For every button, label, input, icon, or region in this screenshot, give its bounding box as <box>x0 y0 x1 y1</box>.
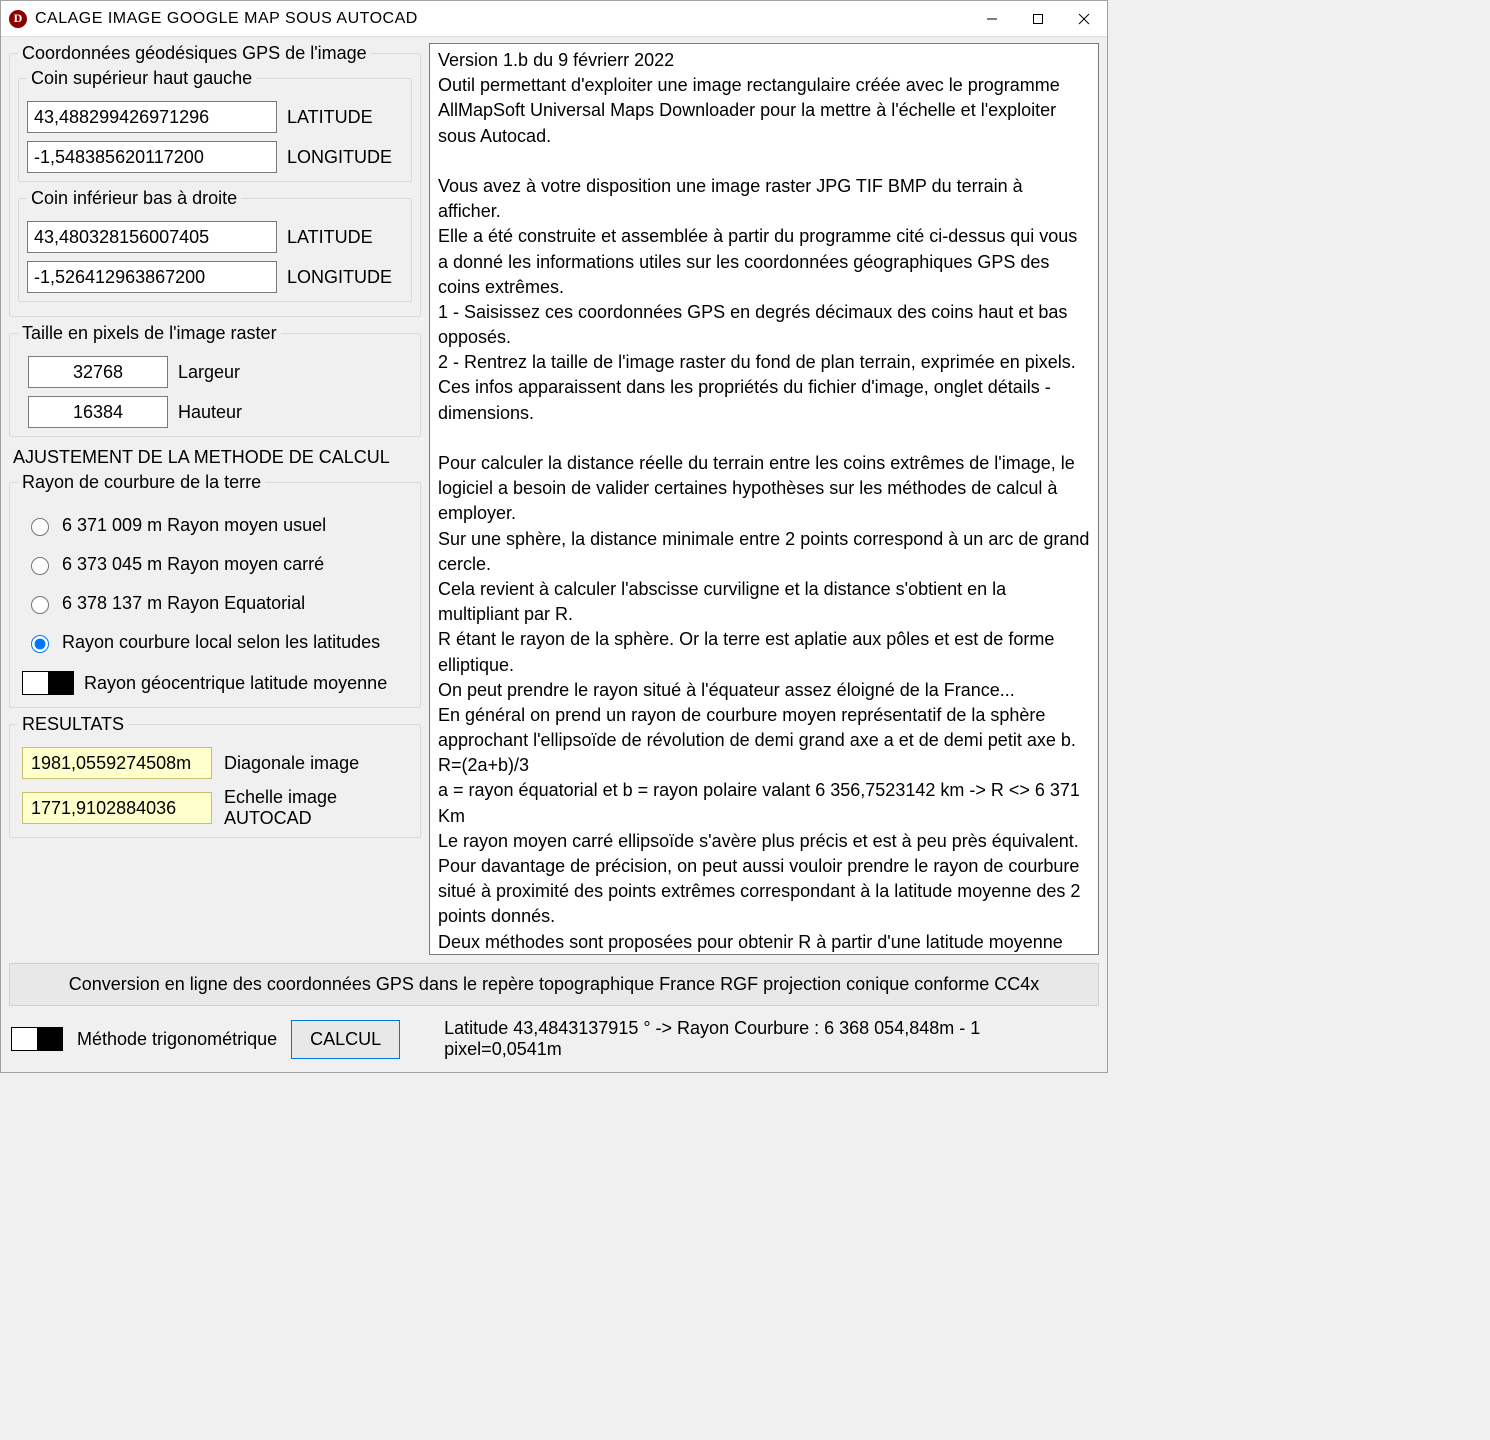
radio-label-0: 6 371 009 m Rayon moyen usuel <box>62 515 326 536</box>
scale-value: 1771,9102884036 <box>22 792 212 824</box>
maximize-button[interactable] <box>1015 1 1061 37</box>
diagonal-value: 1981,0559274508m <box>22 747 212 779</box>
gps-group-title: Coordonnées géodésiques GPS de l'image <box>18 43 371 64</box>
latitude-label: LATITUDE <box>287 107 373 128</box>
radio-local-curvature-input[interactable] <box>31 635 49 653</box>
titlebar: D CALAGE IMAGE GOOGLE MAP SOUS AUTOCAD <box>1 1 1107 37</box>
method-toggle-label: Méthode trigonométrique <box>77 1029 277 1050</box>
bottom-right-corner-group: Coin inférieur bas à droite LATITUDE LON… <box>18 188 412 302</box>
bottom-right-legend: Coin inférieur bas à droite <box>27 188 241 209</box>
conversion-button[interactable]: Conversion en ligne des coordonnées GPS … <box>9 963 1099 1006</box>
close-button[interactable] <box>1061 1 1107 37</box>
width-input[interactable] <box>28 356 168 388</box>
width-label: Largeur <box>178 362 240 383</box>
radius-legend: Rayon de courbure de la terre <box>18 472 265 493</box>
radio-local-curvature[interactable]: Rayon courbure local selon les latitudes <box>26 632 412 653</box>
radio-label-2: 6 378 137 m Rayon Equatorial <box>62 593 305 614</box>
geocentric-toggle-label: Rayon géocentrique latitude moyenne <box>84 673 387 694</box>
close-icon <box>1078 13 1090 25</box>
diagonal-label: Diagonale image <box>224 753 359 774</box>
tl-latitude-input[interactable] <box>27 101 277 133</box>
longitude-label-2: LONGITUDE <box>287 267 392 288</box>
height-input[interactable] <box>28 396 168 428</box>
gps-group: Coordonnées géodésiques GPS de l'image C… <box>9 43 421 317</box>
calcul-button[interactable]: CALCUL <box>291 1020 400 1059</box>
pixel-size-group: Taille en pixels de l'image raster Large… <box>9 323 421 437</box>
top-left-corner-group: Coin supérieur haut gauche LATITUDE LONG… <box>18 68 412 182</box>
app-icon: D <box>9 10 27 28</box>
adjust-title: AJUSTEMENT DE LA METHODE DE CALCUL <box>13 447 421 468</box>
left-panel: Coordonnées géodésiques GPS de l'image C… <box>9 43 421 955</box>
maximize-icon <box>1032 13 1044 25</box>
pixel-size-legend: Taille en pixels de l'image raster <box>18 323 281 344</box>
top-left-legend: Coin supérieur haut gauche <box>27 68 256 89</box>
geocentric-toggle[interactable] <box>22 671 74 695</box>
radio-equatorial-input[interactable] <box>31 596 49 614</box>
window-title: CALAGE IMAGE GOOGLE MAP SOUS AUTOCAD <box>35 10 969 28</box>
longitude-label: LONGITUDE <box>287 147 392 168</box>
minimize-button[interactable] <box>969 1 1015 37</box>
radio-equatorial[interactable]: 6 378 137 m Rayon Equatorial <box>26 593 412 614</box>
radio-label-1: 6 373 045 m Rayon moyen carré <box>62 554 324 575</box>
minimize-icon <box>986 13 998 25</box>
client-area: Coordonnées géodésiques GPS de l'image C… <box>1 37 1107 959</box>
radio-label-3: Rayon courbure local selon les latitudes <box>62 632 380 653</box>
results-legend: RESULTATS <box>18 714 128 735</box>
bottom-toolbar: Méthode trigonométrique CALCUL Latitude … <box>1 1010 1107 1072</box>
radio-mean-square[interactable]: 6 373 045 m Rayon moyen carré <box>26 554 412 575</box>
tl-longitude-input[interactable] <box>27 141 277 173</box>
radio-mean-square-input[interactable] <box>31 557 49 575</box>
right-panel: Version 1.b du 9 févrierr 2022 Outil per… <box>429 43 1099 955</box>
radius-group: Rayon de courbure de la terre 6 371 009 … <box>9 472 421 708</box>
br-latitude-input[interactable] <box>27 221 277 253</box>
height-label: Hauteur <box>178 402 242 423</box>
status-text: Latitude 43,4843137915 ° -> Rayon Courbu… <box>444 1018 1097 1060</box>
info-textbox[interactable]: Version 1.b du 9 févrierr 2022 Outil per… <box>429 43 1099 955</box>
br-longitude-input[interactable] <box>27 261 277 293</box>
radio-mean-usual-input[interactable] <box>31 518 49 536</box>
scale-label: Echelle image AUTOCAD <box>224 787 412 829</box>
latitude-label-2: LATITUDE <box>287 227 373 248</box>
radio-mean-usual[interactable]: 6 371 009 m Rayon moyen usuel <box>26 515 412 536</box>
app-window: D CALAGE IMAGE GOOGLE MAP SOUS AUTOCAD C… <box>0 0 1108 1073</box>
results-group: RESULTATS 1981,0559274508m Diagonale ima… <box>9 714 421 838</box>
method-toggle[interactable] <box>11 1027 63 1051</box>
